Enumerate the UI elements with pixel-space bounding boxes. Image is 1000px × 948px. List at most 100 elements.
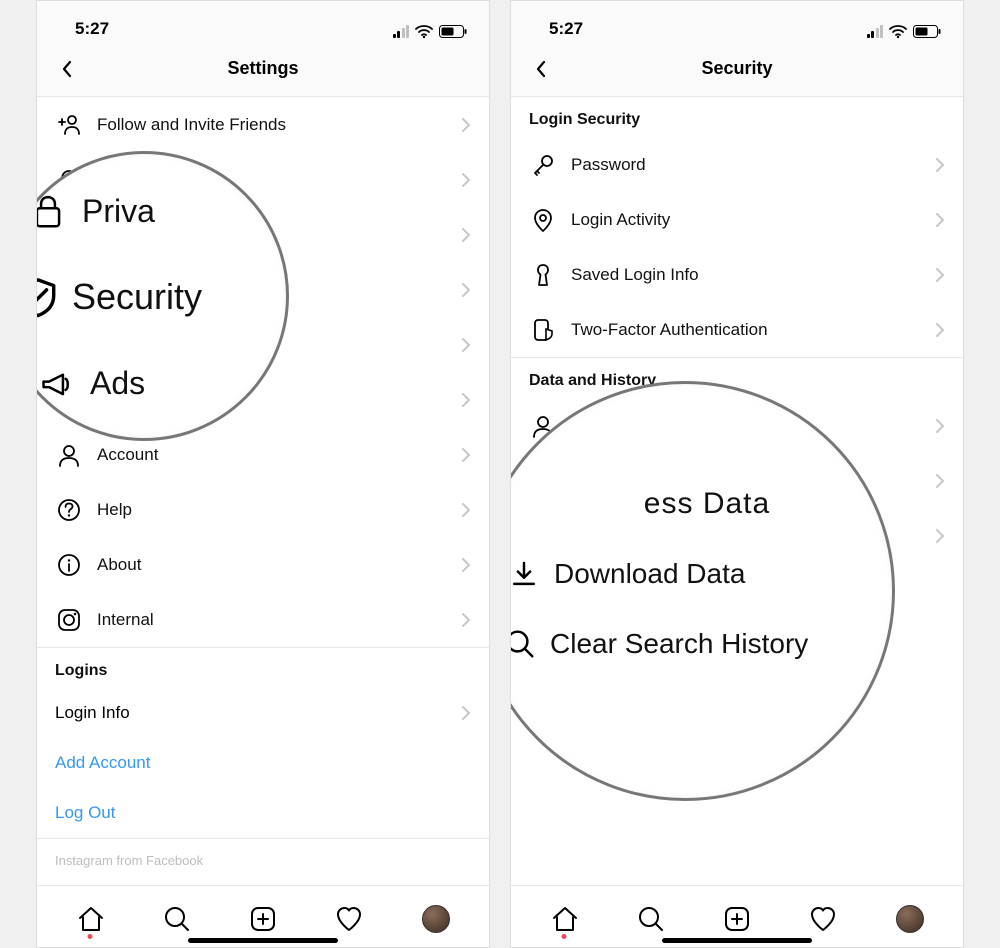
settings-content: Follow and Invite Friends Notifications … (37, 97, 489, 885)
status-time: 5:27 (75, 19, 109, 39)
pin-icon (529, 206, 557, 234)
row-label: Two-Factor Authentication (571, 320, 935, 340)
key-icon (529, 151, 557, 179)
status-bar: 5:27 (37, 1, 489, 41)
notification-dot (562, 934, 567, 939)
chevron-right-icon (461, 503, 471, 517)
chevron-right-icon (461, 283, 471, 297)
chevron-right-icon (461, 228, 471, 242)
cellular-signal-icon (867, 25, 884, 38)
mag-label: Clear Search History (550, 628, 808, 660)
avatar-icon (422, 905, 450, 933)
row-two-factor[interactable]: Two-Factor Authentication (511, 302, 963, 357)
row-label: Log Out (55, 803, 471, 823)
shield-icon (37, 277, 58, 317)
status-icons (393, 24, 468, 39)
chevron-right-icon (935, 268, 945, 282)
back-button[interactable] (523, 51, 559, 87)
nav-header: Security (511, 41, 963, 97)
notification-dot (88, 934, 93, 939)
chevron-right-icon (935, 529, 945, 543)
row-label: Internal (97, 610, 461, 630)
footer-text: Instagram from Facebook (37, 838, 489, 874)
page-title: Settings (37, 58, 489, 79)
chevron-right-icon (461, 118, 471, 132)
row-label: About (97, 555, 461, 575)
chevron-right-icon (935, 158, 945, 172)
page-title: Security (511, 58, 963, 79)
info-icon (55, 551, 83, 579)
chevron-right-icon (935, 213, 945, 227)
row-label: Login Info (55, 703, 461, 723)
row-log-out[interactable]: Log Out (37, 788, 489, 838)
mag-label: Security (72, 276, 202, 318)
row-label: Saved Login Info (571, 265, 935, 285)
tab-home[interactable] (542, 897, 586, 941)
row-internal[interactable]: Internal (37, 592, 489, 647)
person-icon (55, 441, 83, 469)
phone-shield-icon (529, 316, 557, 344)
nav-header: Settings (37, 41, 489, 97)
chevron-right-icon (935, 419, 945, 433)
row-label: Password (571, 155, 935, 175)
row-label: Login Activity (571, 210, 935, 230)
tab-bar (37, 885, 489, 947)
tab-home[interactable] (68, 897, 112, 941)
wifi-icon (889, 24, 907, 39)
megaphone-icon (37, 363, 76, 403)
tab-search[interactable] (629, 897, 673, 941)
row-follow-invite[interactable]: Follow and Invite Friends (37, 97, 489, 152)
mag-label: Priva (82, 193, 155, 230)
logins-header: Logins (37, 647, 489, 688)
instagram-icon (55, 606, 83, 634)
battery-icon (439, 25, 467, 38)
home-indicator (662, 938, 812, 943)
security-content: Login Security Password Login Activity S… (511, 97, 963, 885)
status-time: 5:27 (549, 19, 583, 39)
chevron-right-icon (461, 393, 471, 407)
chevron-right-icon (935, 474, 945, 488)
row-add-account[interactable]: Add Account (37, 738, 489, 788)
tab-activity[interactable] (801, 897, 845, 941)
lock-icon (37, 191, 68, 231)
chevron-right-icon (461, 613, 471, 627)
home-indicator (188, 938, 338, 943)
chevron-right-icon (461, 448, 471, 462)
row-label: Add Account (55, 753, 471, 773)
tab-profile[interactable] (414, 897, 458, 941)
chevron-right-icon (461, 558, 471, 572)
row-password[interactable]: Password (511, 137, 963, 192)
search-icon (511, 620, 536, 668)
battery-icon (913, 25, 941, 38)
right-screen: 5:27 Security Login Security Password Lo… (510, 0, 964, 948)
row-help[interactable]: Help (37, 482, 489, 537)
tab-add-post[interactable] (241, 897, 285, 941)
back-button[interactable] (49, 51, 85, 87)
mag-label: Download Data (554, 558, 745, 590)
tab-add-post[interactable] (715, 897, 759, 941)
keyhole-icon (529, 261, 557, 289)
mag-label: Ads (90, 365, 145, 402)
chevron-right-icon (935, 323, 945, 337)
tab-profile[interactable] (888, 897, 932, 941)
status-bar: 5:27 (511, 1, 963, 41)
add-user-icon (55, 111, 83, 139)
wifi-icon (415, 24, 433, 39)
chevron-right-icon (461, 706, 471, 720)
help-icon (55, 496, 83, 524)
left-screen: 5:27 Settings Follow and Invite Friends … (36, 0, 490, 948)
tab-bar (511, 885, 963, 947)
row-login-info[interactable]: Login Info (37, 688, 489, 738)
row-about[interactable]: About (37, 537, 489, 592)
tab-activity[interactable] (327, 897, 371, 941)
row-label: Follow and Invite Friends (97, 115, 461, 135)
row-label: Help (97, 500, 461, 520)
row-saved-login[interactable]: Saved Login Info (511, 247, 963, 302)
chevron-right-icon (461, 338, 471, 352)
chevron-right-icon (461, 173, 471, 187)
row-login-activity[interactable]: Login Activity (511, 192, 963, 247)
avatar-icon (896, 905, 924, 933)
login-security-header: Login Security (511, 97, 963, 137)
tab-search[interactable] (155, 897, 199, 941)
status-icons (867, 24, 942, 39)
